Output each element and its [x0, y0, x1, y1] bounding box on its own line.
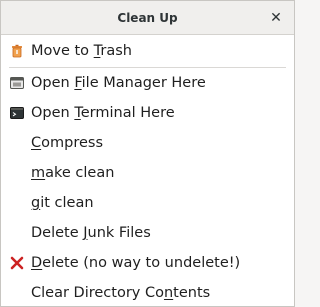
menu-item-delete[interactable]: Delete (no way to undelete!)	[1, 248, 294, 278]
trash-icon	[12, 44, 22, 58]
menu-item-delete-junk-files[interactable]: Delete Junk Files	[1, 218, 294, 248]
menu-item-label: Move to Trash	[31, 43, 132, 59]
window-title: Clean Up	[117, 11, 178, 25]
menu-item-open-terminal[interactable]: Open Terminal Here	[1, 98, 294, 128]
menu-item-compress[interactable]: Compress	[1, 128, 294, 158]
menu-item-label: Clear Directory Contents	[31, 285, 211, 301]
menu-item-move-to-trash[interactable]: Move to Trash	[1, 36, 294, 66]
clean-up-window: Clean Up ✕ Move to Trash Open File Manag…	[0, 0, 295, 307]
delete-icon	[10, 256, 24, 270]
menu-item-label: Delete Junk Files	[31, 225, 151, 241]
menu-item-label: make clean	[31, 165, 115, 181]
file-manager-icon	[10, 77, 24, 89]
menu-item-label: git clean	[31, 195, 94, 211]
title-bar: Clean Up ✕	[1, 1, 294, 35]
menu-item-label: Delete (no way to undelete!)	[31, 255, 241, 271]
close-button[interactable]: ✕	[264, 6, 288, 30]
terminal-icon	[10, 107, 24, 119]
menu-item-label: Open Terminal Here	[31, 105, 175, 121]
clean-up-menu: Move to Trash Open File Manager Here Ope…	[1, 36, 294, 306]
menu-item-label: Open File Manager Here	[31, 75, 206, 91]
menu-item-make-clean[interactable]: make clean	[1, 158, 294, 188]
menu-item-git-clean[interactable]: git clean	[1, 188, 294, 218]
menu-item-label: Compress	[31, 135, 103, 151]
menu-item-clear-directory-contents[interactable]: Clear Directory Contents	[1, 278, 294, 306]
menu-item-open-file-manager[interactable]: Open File Manager Here	[1, 68, 294, 98]
